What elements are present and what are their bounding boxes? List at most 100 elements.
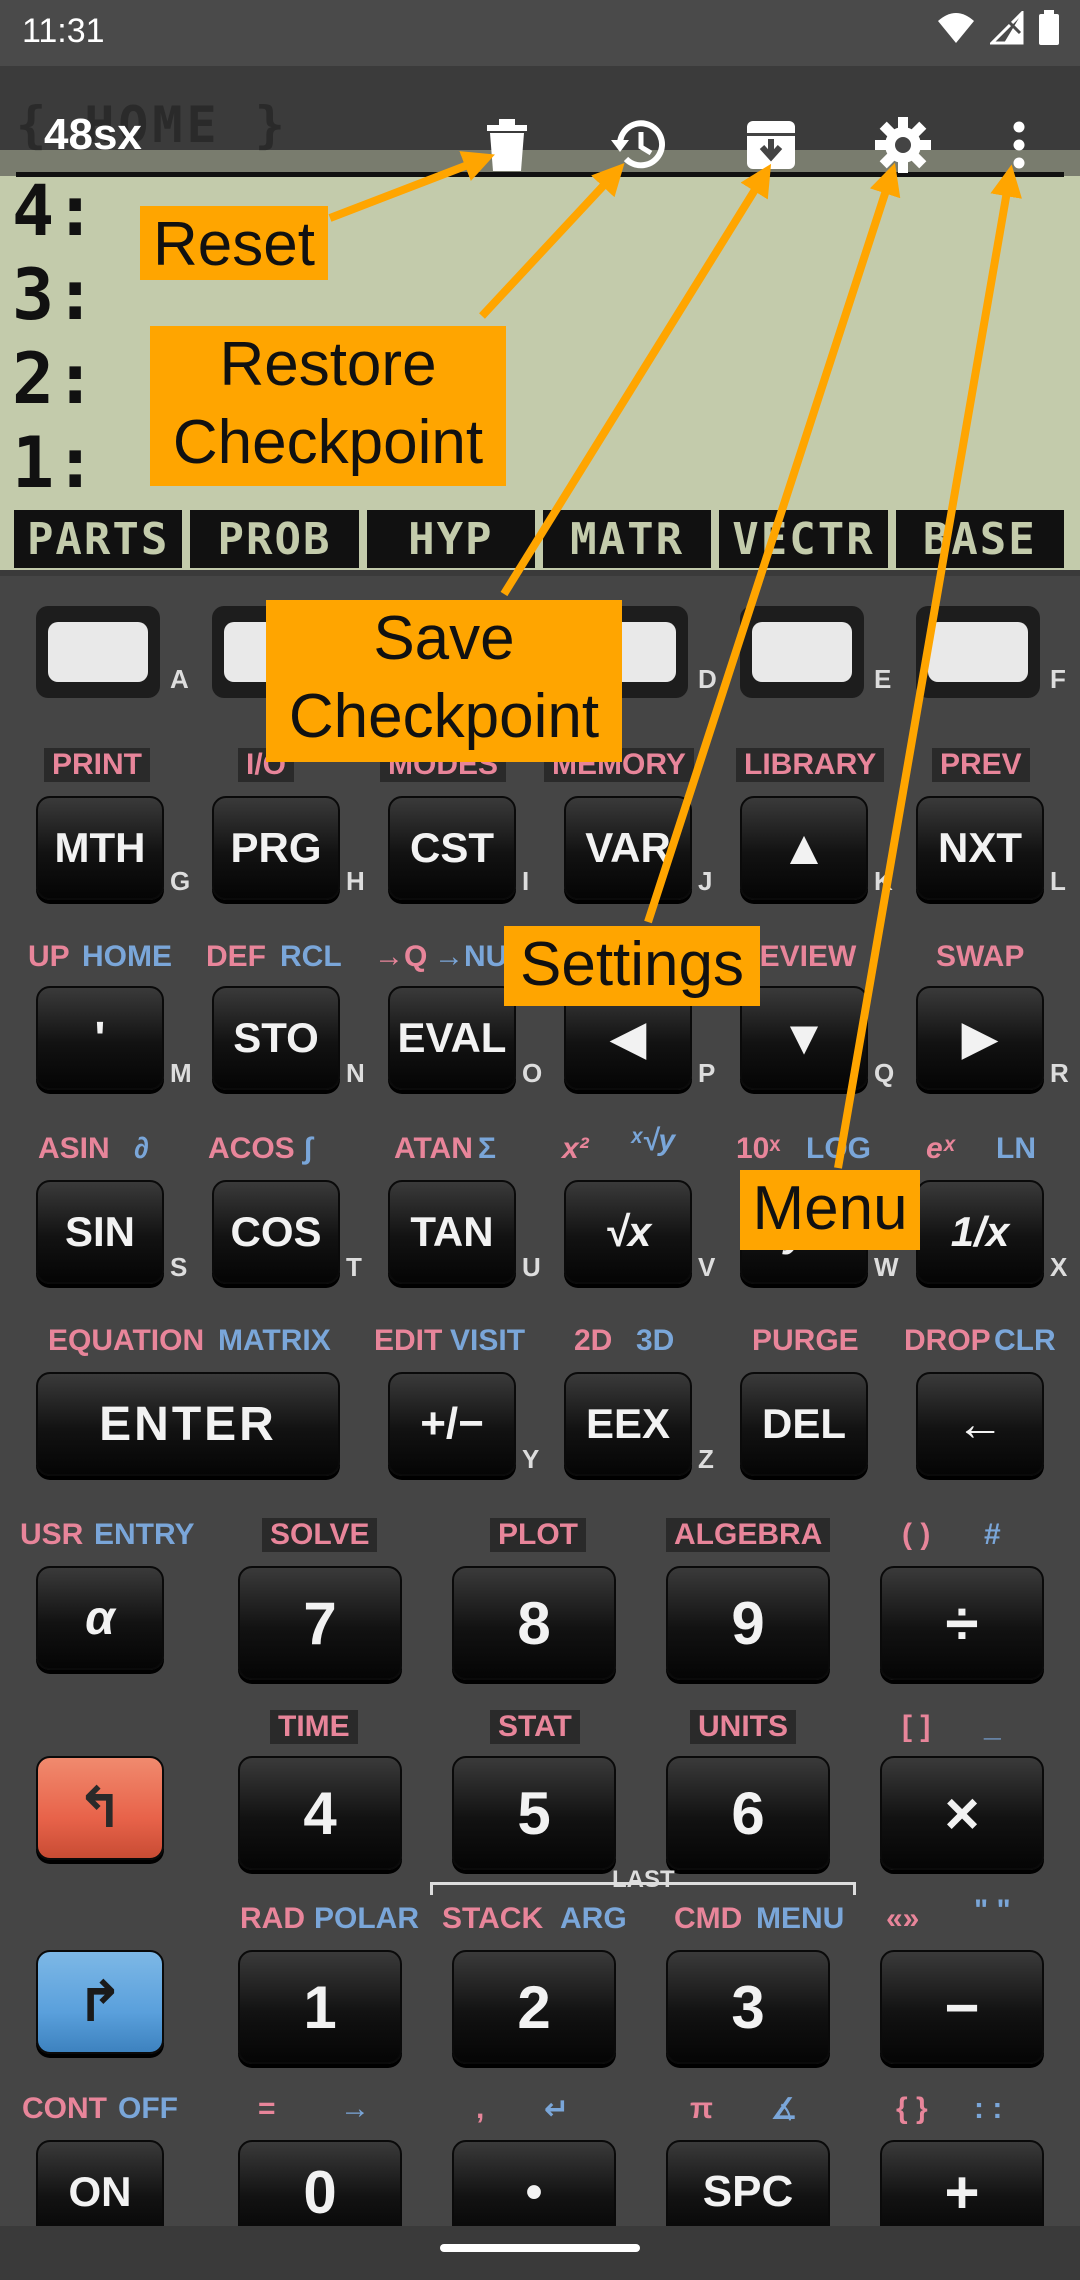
softkey-f[interactable] — [916, 606, 1040, 698]
more-vert-icon — [1013, 121, 1025, 169]
key-var[interactable]: VAR — [564, 796, 692, 900]
key-prg[interactable]: PRG — [212, 796, 340, 900]
archive-download-icon — [747, 121, 795, 169]
shift-swap: SWAP — [936, 940, 1025, 973]
alpha-e: E — [874, 664, 892, 694]
key-quote[interactable]: ' — [36, 986, 164, 1090]
callout-restore-checkpoint: Restore Checkpoint — [150, 326, 506, 486]
key-sto[interactable]: STO — [212, 986, 340, 1090]
key-multiply[interactable]: × — [880, 1756, 1044, 1870]
key-right-shift[interactable]: ↱ — [36, 1950, 164, 2054]
stack-level-4: 4: — [12, 170, 97, 252]
overflow-menu-button[interactable] — [984, 110, 1054, 180]
key-5[interactable]: 5 — [452, 1756, 616, 1870]
key-eex[interactable]: EEX — [564, 1372, 692, 1476]
shift-3d: 3D — [636, 1324, 675, 1357]
key-divide[interactable]: ÷ — [880, 1566, 1044, 1680]
shift-up: UP — [28, 940, 70, 973]
alpha-p: P — [698, 1058, 716, 1088]
key-7[interactable]: 7 — [238, 1566, 402, 1680]
key-4[interactable]: 4 — [238, 1756, 402, 1870]
alpha-f: F — [1050, 664, 1066, 694]
save-checkpoint-button[interactable] — [736, 110, 806, 180]
shift-log: LOG — [806, 1132, 871, 1165]
menu-label-5: VECTR — [719, 510, 888, 568]
shift-clr: CLR — [994, 1324, 1056, 1357]
key-sin[interactable]: SIN — [36, 1180, 164, 1284]
key-cos[interactable]: COS — [212, 1180, 340, 1284]
shift-usr: USR — [20, 1518, 84, 1551]
restore-checkpoint-button[interactable] — [604, 110, 674, 180]
key-sqrt[interactable]: √x — [564, 1180, 692, 1284]
key-cst[interactable]: CST — [388, 796, 516, 900]
alpha-u: U — [522, 1252, 541, 1282]
shift-matrix: MATRIX — [218, 1324, 331, 1357]
shift-asin: ASIN — [38, 1132, 110, 1165]
key-nxt[interactable]: NXT — [916, 796, 1044, 900]
shift-quotes: " " — [974, 1894, 1011, 1927]
shift-purge: PURGE — [752, 1324, 859, 1357]
home-gesture-handle[interactable] — [440, 2244, 640, 2252]
shift-brackets: [ ] — [902, 1710, 931, 1743]
callout-reset: Reset — [140, 206, 328, 280]
navigation-bar — [0, 2226, 1080, 2280]
shift-cont: CONT — [22, 2092, 107, 2125]
key-8[interactable]: 8 — [452, 1566, 616, 1680]
key-2[interactable]: 2 — [452, 1950, 616, 2064]
shift-x-squared: x² — [562, 1132, 589, 1165]
shift-algebra: ALGEBRA — [666, 1518, 831, 1552]
shift-equals: = — [258, 2092, 276, 2125]
alpha-w: W — [874, 1252, 899, 1282]
shift-x-root-y: ˣ√y — [630, 1124, 676, 1157]
key-backspace[interactable]: ← — [916, 1372, 1044, 1476]
softkey-a[interactable] — [36, 606, 160, 698]
key-right-arrow[interactable]: ▶ — [916, 986, 1044, 1090]
shift-hash: # — [984, 1518, 1001, 1551]
key-left-shift[interactable]: ↰ — [36, 1756, 164, 1860]
shift-home: HOME — [82, 940, 172, 973]
key-up-arrow[interactable]: ▲ — [740, 796, 868, 900]
alpha-x: X — [1050, 1252, 1068, 1282]
shift-cmd: CMD — [674, 1902, 743, 1935]
menu-label-4: MATR — [542, 510, 712, 568]
key-mth[interactable]: MTH — [36, 796, 164, 900]
shift-library: LIBRARY — [736, 748, 885, 782]
key-reciprocal[interactable]: 1/x — [916, 1180, 1044, 1284]
shift-2d: 2D — [574, 1324, 613, 1357]
key-plus-minus[interactable]: +/− — [388, 1372, 516, 1476]
alpha-z: Z — [698, 1444, 714, 1474]
shift-parens: ( ) — [902, 1518, 931, 1551]
key-enter[interactable]: ENTER — [36, 1372, 340, 1476]
cell-signal-icon — [990, 11, 1024, 45]
alpha-t: T — [346, 1252, 362, 1282]
settings-button[interactable] — [868, 110, 938, 180]
last-bracket — [430, 1882, 856, 1895]
key-6[interactable]: 6 — [666, 1756, 830, 1870]
key-1[interactable]: 1 — [238, 1950, 402, 2064]
shift-edit: EDIT — [374, 1324, 443, 1357]
key-tan[interactable]: TAN — [388, 1180, 516, 1284]
alpha-m: M — [170, 1058, 192, 1088]
alpha-y: Y — [522, 1444, 540, 1474]
shift-visit: VISIT — [450, 1324, 526, 1357]
shift-rcl: RCL — [280, 940, 342, 973]
key-alpha[interactable]: α — [36, 1566, 164, 1670]
alpha-k: K — [874, 866, 893, 896]
callout-settings: Settings — [504, 926, 760, 1006]
status-time: 11:31 — [22, 12, 105, 50]
shift-newline: ↵ — [544, 2093, 570, 2126]
alpha-d: D — [698, 664, 717, 694]
softkey-e[interactable] — [740, 606, 864, 698]
shift-stat: STAT — [490, 1710, 580, 1744]
key-9[interactable]: 9 — [666, 1566, 830, 1680]
shift-time: TIME — [270, 1710, 358, 1744]
key-minus[interactable]: − — [880, 1950, 1044, 2064]
reset-button[interactable] — [472, 110, 542, 180]
key-del[interactable]: DEL — [740, 1372, 868, 1476]
key-eval[interactable]: EVAL — [388, 986, 516, 1090]
wifi-icon — [938, 13, 974, 43]
key-3[interactable]: 3 — [666, 1950, 830, 2064]
gear-icon — [875, 117, 931, 173]
shift-arrow: → — [340, 2092, 370, 2125]
shift-drop: DROP — [904, 1324, 991, 1357]
